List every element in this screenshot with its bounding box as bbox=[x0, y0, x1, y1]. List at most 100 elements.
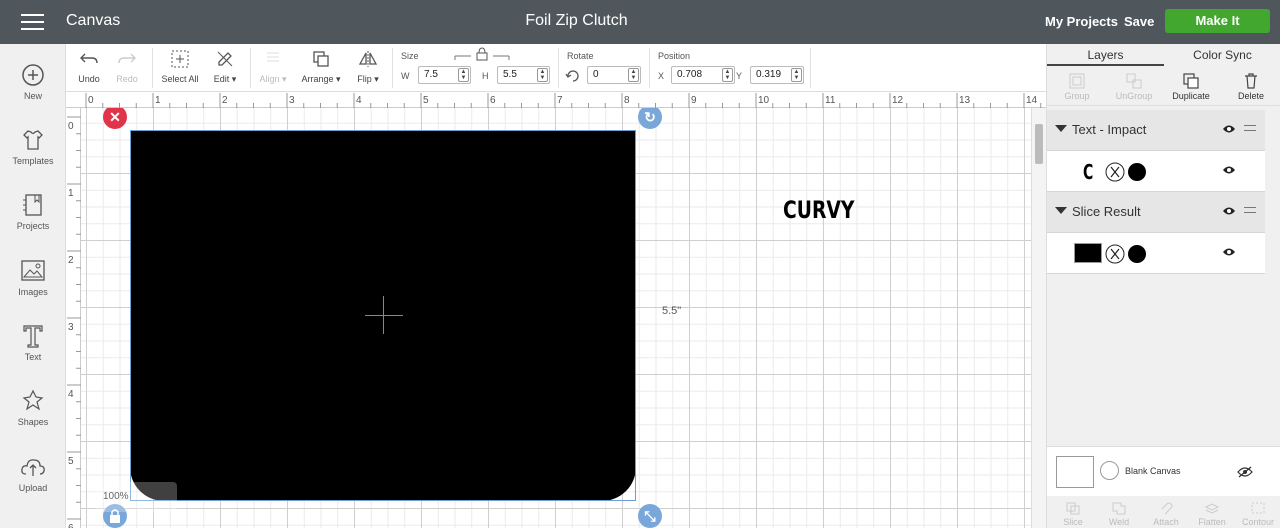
edit-menu-button[interactable]: Edit ▾ bbox=[208, 44, 242, 85]
select-all-button[interactable]: Select All bbox=[158, 44, 202, 84]
eye-icon[interactable] bbox=[1222, 206, 1236, 216]
layer-item-shape[interactable] bbox=[1047, 233, 1265, 274]
sidebar-item-projects[interactable]: Projects bbox=[0, 190, 66, 246]
duplicate-button[interactable]: Duplicate bbox=[1165, 71, 1217, 101]
delete-button[interactable]: Delete bbox=[1229, 71, 1273, 101]
redo-button[interactable]: Redo bbox=[112, 44, 142, 84]
scrollbar-thumb[interactable] bbox=[1035, 124, 1043, 164]
scissors-icon[interactable] bbox=[1105, 244, 1125, 264]
drag-handle-icon[interactable] bbox=[1244, 207, 1256, 213]
width-stepper[interactable]: ▲ ▼ bbox=[458, 68, 469, 82]
sidebar-item-images[interactable]: Images bbox=[0, 256, 66, 312]
color-swatch-icon[interactable] bbox=[1127, 162, 1147, 182]
caret-down-icon[interactable] bbox=[1055, 207, 1067, 214]
save-button[interactable]: Save bbox=[1124, 14, 1154, 29]
position-y-stepper[interactable]: ▲ ▼ bbox=[791, 68, 802, 82]
sidebar-item-templates[interactable]: Templates bbox=[0, 125, 66, 181]
position-x-stepper[interactable]: ▲ ▼ bbox=[722, 68, 733, 82]
contour-label: Contour bbox=[1241, 517, 1275, 527]
height-input[interactable]: 5.5 ▲ ▼ bbox=[497, 66, 550, 84]
rotate-input[interactable]: 0 ▲ ▼ bbox=[587, 66, 641, 84]
layer-group-slice-result[interactable]: Slice Result bbox=[1047, 192, 1265, 233]
ungroup-label: UnGroup bbox=[1115, 91, 1153, 101]
lock-aspect-icon[interactable] bbox=[453, 47, 513, 61]
shirt-icon bbox=[23, 130, 43, 150]
sidebar-item-text[interactable]: Text bbox=[0, 321, 66, 377]
contour-button[interactable]: Contour bbox=[1241, 501, 1275, 527]
tab-color-sync[interactable]: Color Sync bbox=[1164, 44, 1280, 66]
slice-button[interactable]: Slice bbox=[1061, 501, 1085, 527]
toolbar-divider bbox=[250, 48, 251, 88]
scissors-icon[interactable] bbox=[1105, 162, 1125, 182]
align-label: Align bbox=[259, 74, 280, 84]
shapes-icon bbox=[22, 389, 44, 411]
undo-button[interactable]: Undo bbox=[74, 44, 104, 84]
text-object-curvy[interactable]: CURVY bbox=[783, 196, 854, 224]
canvas-vertical-scrollbar[interactable] bbox=[1031, 108, 1046, 528]
flip-menu-button[interactable]: Flip ▾ bbox=[352, 44, 384, 85]
ruler-label: 0 bbox=[88, 95, 94, 106]
x-label: X bbox=[658, 71, 665, 81]
my-projects-link[interactable]: My Projects bbox=[1045, 14, 1118, 29]
edit-label: Edit bbox=[213, 74, 230, 84]
document-title: Foil Zip Clutch bbox=[525, 12, 628, 29]
weld-button[interactable]: Weld bbox=[1107, 501, 1131, 527]
zoom-control[interactable]: 100% bbox=[95, 482, 177, 512]
sidebar-item-label: Templates bbox=[12, 156, 54, 166]
ruler-label: 11 bbox=[825, 95, 836, 106]
width-input[interactable]: 7.5 ▲ ▼ bbox=[418, 66, 471, 84]
sidebar-item-label: Text bbox=[24, 352, 42, 362]
rotate-handle[interactable]: ↻ bbox=[638, 108, 662, 129]
make-it-button[interactable]: Make It bbox=[1165, 9, 1270, 33]
chevron-down-icon: ▾ bbox=[282, 74, 287, 84]
center-crosshair bbox=[383, 296, 384, 334]
attach-button[interactable]: Attach bbox=[1153, 501, 1179, 527]
flatten-button[interactable]: Flatten bbox=[1197, 501, 1227, 527]
blank-canvas-swatch[interactable] bbox=[1056, 456, 1094, 488]
eye-hidden-icon[interactable] bbox=[1237, 466, 1253, 478]
layers-scrollbar[interactable] bbox=[1265, 114, 1279, 444]
select-all-label: Select All bbox=[161, 74, 199, 84]
position-x-input[interactable]: 0.708 ▲ ▼ bbox=[671, 66, 735, 84]
sidebar-item-new[interactable]: New bbox=[0, 60, 66, 116]
caret-down-icon[interactable] bbox=[1055, 125, 1067, 132]
toolbar-divider bbox=[558, 48, 559, 88]
blank-canvas-color-icon[interactable] bbox=[1100, 461, 1119, 480]
eye-icon[interactable] bbox=[1222, 247, 1236, 257]
top-header: Canvas Foil Zip Clutch My Projects Save … bbox=[0, 0, 1280, 44]
sidebar-item-shapes[interactable]: Shapes bbox=[0, 386, 66, 442]
scale-handle[interactable]: ⤡ bbox=[638, 504, 662, 528]
ungroup-icon bbox=[1126, 73, 1142, 89]
chevron-down-icon: ▾ bbox=[336, 74, 341, 84]
sidebar-item-upload[interactable]: Upload bbox=[0, 452, 66, 508]
size-label: Size bbox=[401, 51, 419, 61]
eye-icon[interactable] bbox=[1222, 124, 1236, 134]
height-stepper[interactable]: ▲ ▼ bbox=[537, 68, 548, 82]
delete-handle[interactable]: ✕ bbox=[103, 108, 127, 129]
position-y-input[interactable]: 0.319 ▲ ▼ bbox=[750, 66, 804, 84]
color-swatch-icon[interactable] bbox=[1127, 244, 1147, 264]
align-menu-button[interactable]: Align ▾ bbox=[256, 44, 290, 85]
ungroup-button[interactable]: UnGroup bbox=[1111, 71, 1157, 101]
left-sidebar: New Templates Projects Images Text Shape… bbox=[0, 44, 66, 528]
flatten-label: Flatten bbox=[1198, 517, 1226, 527]
design-canvas[interactable]: ✕ ↻ ⤡ 5.5" CURVY 100% bbox=[81, 108, 1031, 528]
sidebar-item-label: Projects bbox=[16, 221, 50, 231]
eye-icon[interactable] bbox=[1222, 165, 1236, 175]
rotate-stepper[interactable]: ▲ ▼ bbox=[628, 68, 639, 82]
arrange-menu-button[interactable]: Arrange ▾ bbox=[296, 44, 346, 85]
drag-handle-icon[interactable] bbox=[1244, 125, 1256, 131]
duplicate-icon bbox=[1183, 73, 1199, 89]
layer-item-text[interactable]: C bbox=[1047, 151, 1265, 192]
layer-preview-text: C bbox=[1083, 160, 1094, 184]
rotate-value: 0 bbox=[593, 69, 599, 80]
sidebar-item-label: Images bbox=[18, 287, 48, 297]
layer-group-text-impact[interactable]: Text - Impact bbox=[1047, 110, 1265, 151]
blank-canvas-row[interactable]: Blank Canvas bbox=[1047, 446, 1280, 496]
group-icon bbox=[1069, 73, 1085, 89]
tab-layers[interactable]: Layers bbox=[1047, 44, 1164, 66]
edit-pencil-icon bbox=[217, 51, 233, 67]
align-icon bbox=[267, 52, 279, 62]
group-button[interactable]: Group bbox=[1057, 71, 1097, 101]
ruler-horizontal: 0 1 2 3 4 5 6 7 8 9 10 11 12 13 14 bbox=[66, 92, 1046, 108]
